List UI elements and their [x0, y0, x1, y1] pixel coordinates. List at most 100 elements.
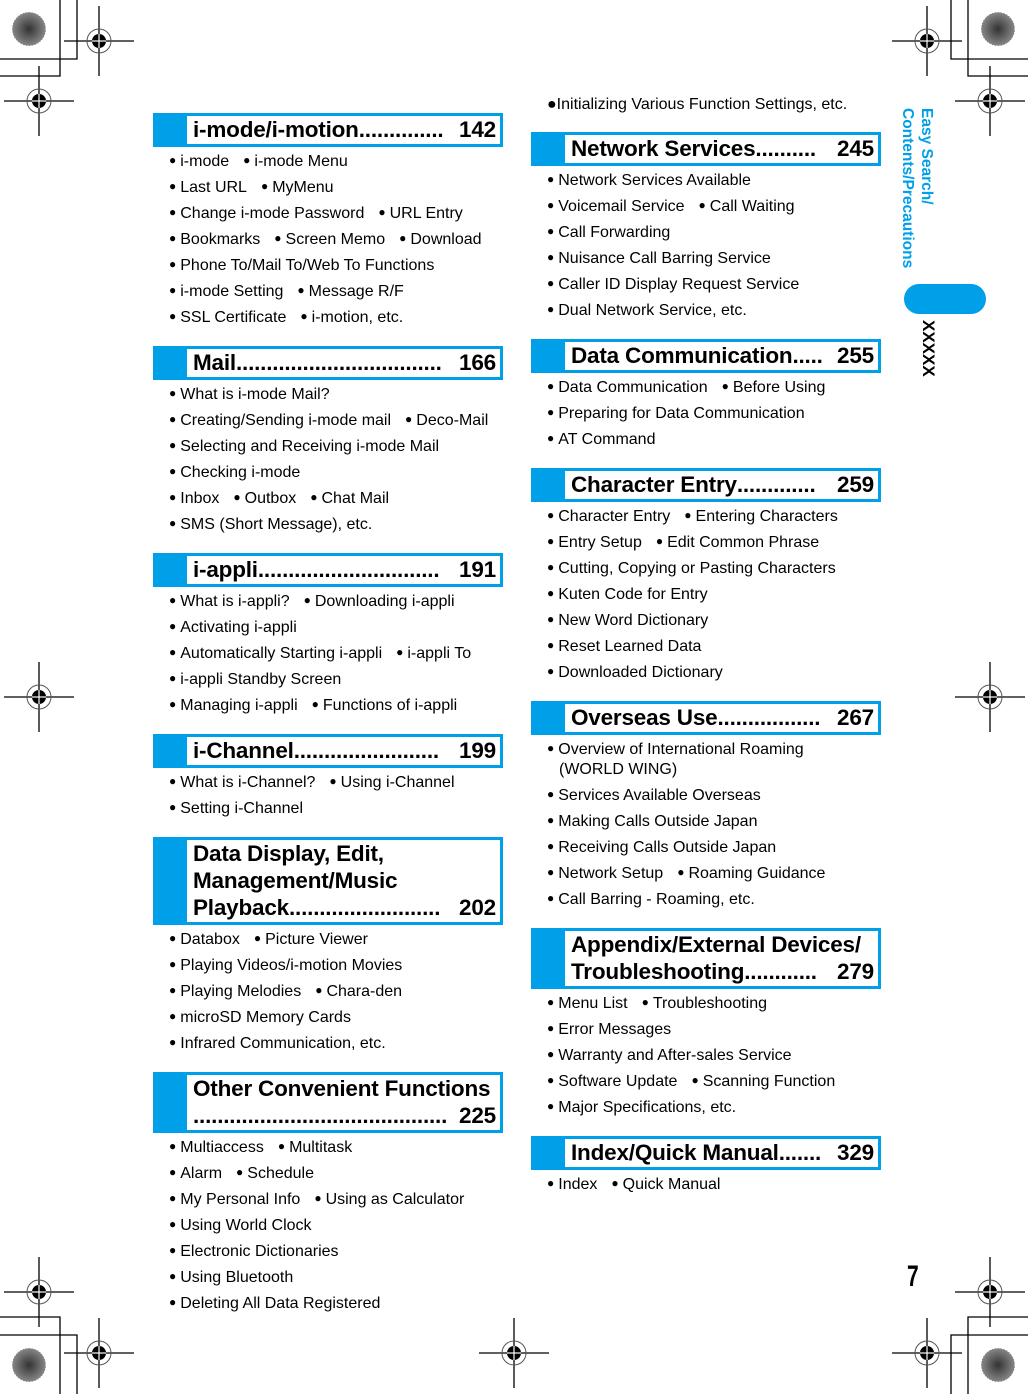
side-index-tab[interactable]: Easy Search/ Contents/Precautions [898, 108, 940, 278]
heading-page-number[interactable]: 267 [837, 704, 874, 731]
topic-item[interactable]: ● What is i-appli? [169, 593, 290, 610]
topic-item[interactable]: ● Chara-den [315, 983, 402, 1000]
topic-item[interactable]: ● Software Update [547, 1073, 677, 1090]
topic-item[interactable]: ● Outbox [233, 490, 296, 507]
topic-item[interactable]: ● Playing Melodies [169, 983, 301, 1000]
topic-item[interactable]: ● Entry Setup [547, 534, 642, 551]
topic-item[interactable]: ● Cutting, Copying or Pasting Characters [547, 560, 836, 577]
topic-item[interactable]: ● Before Using [722, 379, 826, 396]
topic-item[interactable]: ● Using i-Channel [329, 774, 454, 791]
topic-item[interactable]: ● Quick Manual [611, 1176, 720, 1193]
topic-item[interactable]: ● Downloading i-appli [304, 593, 455, 610]
topic-item[interactable]: ● Multitask [278, 1139, 352, 1156]
topic-item[interactable]: ● Databox [169, 931, 240, 948]
section-heading[interactable]: Network Services .......... 245 [531, 132, 881, 166]
topic-item[interactable]: ● Selecting and Receiving i-mode Mail [169, 438, 439, 455]
section-heading[interactable]: i-mode/i-motion.............. 142 [153, 113, 503, 147]
topic-item[interactable]: ● i-appli To [396, 645, 471, 662]
topic-item[interactable]: ● Caller ID Display Request Service [547, 276, 799, 293]
topic-item[interactable]: ● Inbox [169, 490, 219, 507]
topic-item[interactable]: ● Downloaded Dictionary [547, 664, 723, 681]
heading-page-number[interactable]: 142 [459, 116, 496, 143]
topic-item[interactable]: ● My Personal Info [169, 1191, 300, 1208]
heading-page-number[interactable]: 279 [837, 958, 874, 985]
topic-item[interactable]: ● Creating/Sending i-mode mail [169, 412, 391, 429]
topic-item[interactable]: ● Infrared Communication, etc. [169, 1035, 386, 1052]
heading-page-number[interactable]: 199 [459, 737, 496, 764]
topic-item[interactable]: ● Using World Clock [169, 1217, 312, 1234]
topic-item[interactable]: ● Troubleshooting [642, 995, 767, 1012]
topic-item[interactable]: ● Menu List [547, 995, 628, 1012]
topic-item[interactable]: ● Download [399, 231, 481, 248]
topic-item[interactable]: ● Preparing for Data Communication [547, 405, 805, 422]
topic-item[interactable]: ● Chat Mail [310, 490, 389, 507]
topic-item[interactable]: ● Multiaccess [169, 1139, 264, 1156]
topic-item[interactable]: ● Setting i-Channel [169, 800, 303, 817]
heading-page-number[interactable]: 202 [459, 894, 496, 921]
topic-item[interactable]: ● Automatically Starting i-appli [169, 645, 382, 662]
topic-item[interactable]: ● Phone To/Mail To/Web To Functions [169, 257, 434, 274]
topic-item[interactable]: ● Services Available Overseas [547, 787, 761, 804]
heading-page-number[interactable]: 191 [459, 556, 496, 583]
topic-item[interactable]: ● Voicemail Service [547, 198, 685, 215]
topic-item[interactable]: ● Using as Calculator [314, 1191, 464, 1208]
topic-item[interactable]: ● Call Forwarding [547, 224, 670, 241]
topic-item[interactable]: ● Deleting All Data Registered [169, 1295, 380, 1312]
topic-item[interactable]: ● i-mode [169, 153, 229, 170]
topic-item[interactable]: ● Deco-Mail [405, 412, 488, 429]
topic-item[interactable]: ● Making Calls Outside Japan [547, 813, 757, 830]
topic-item[interactable]: ● Nuisance Call Barring Service [547, 250, 771, 267]
heading-page-number[interactable]: 166 [459, 349, 496, 376]
topic-item[interactable]: ● Edit Common Phrase [656, 534, 819, 551]
topic-item[interactable]: ● Error Messages [547, 1021, 671, 1038]
topic-item[interactable]: ● Picture Viewer [254, 931, 368, 948]
topic-item[interactable]: ● New Word Dictionary [547, 612, 708, 629]
topic-item[interactable]: ● Checking i-mode [169, 464, 300, 481]
section-heading[interactable]: Mail.................................. 16… [153, 346, 503, 380]
topic-item[interactable]: ● Screen Memo [274, 231, 385, 248]
topic-item[interactable]: ● Kuten Code for Entry [547, 586, 708, 603]
topic-item[interactable]: ● Last URL [169, 179, 247, 196]
topic-item[interactable]: ● Overview of International Roaming [547, 741, 804, 758]
section-heading[interactable]: Other Convenient Functions..............… [153, 1072, 503, 1133]
topic-item[interactable]: ● i-motion, etc. [300, 309, 403, 326]
topic-item[interactable]: ● SSL Certificate [169, 309, 286, 326]
heading-page-number[interactable]: 245 [837, 135, 874, 162]
topic-item[interactable]: ● What is i-mode Mail? [169, 386, 330, 403]
topic-item[interactable]: ● MyMenu [261, 179, 334, 196]
topic-item[interactable]: ● Network Setup [547, 865, 663, 882]
topic-item[interactable]: ● Electronic Dictionaries [169, 1243, 339, 1260]
topic-item[interactable]: ● Schedule [236, 1165, 314, 1182]
topic-item[interactable]: ● Reset Learned Data [547, 638, 701, 655]
topic-item[interactable]: ● Character Entry [547, 508, 670, 525]
topic-item[interactable]: ● Network Services Available [547, 172, 751, 189]
topic-item[interactable]: ● Using Bluetooth [169, 1269, 293, 1286]
topic-item[interactable]: ● Receiving Calls Outside Japan [547, 839, 776, 856]
topic-item[interactable]: ● i-appli Standby Screen [169, 671, 341, 688]
heading-page-number[interactable]: 225 [459, 1102, 496, 1129]
topic-item[interactable]: ● Managing i-appli [169, 697, 298, 714]
topic-item[interactable]: ● Call Waiting [699, 198, 795, 215]
topic-item[interactable]: ● Change i-mode Password [169, 205, 364, 222]
topic-item[interactable]: ● i-mode Menu [243, 153, 348, 170]
topic-item[interactable]: ● AT Command [547, 431, 655, 448]
section-heading[interactable]: Data Display, Edit, Management/Music Playb… [153, 837, 503, 925]
section-heading[interactable]: i-Channel ........................ 199 [153, 734, 503, 768]
topic-item[interactable]: ● What is i-Channel? [169, 774, 315, 791]
section-heading[interactable]: Overseas Use................. 267 [531, 701, 881, 735]
heading-page-number[interactable]: 255 [837, 342, 874, 369]
section-heading[interactable]: Appendix/External Devices/Troubleshootin… [531, 928, 881, 989]
topic-item[interactable]: ● Major Specifications, etc. [547, 1099, 736, 1116]
topic-item[interactable]: (WORLD WING) [547, 760, 881, 780]
topic-item[interactable]: ● Roaming Guidance [677, 865, 825, 882]
topic-item[interactable]: ● Dual Network Service, etc. [547, 302, 747, 319]
topic-item[interactable]: ● URL Entry [378, 205, 462, 222]
heading-page-number[interactable]: 329 [837, 1139, 874, 1166]
topic-item[interactable]: ● Index [547, 1176, 597, 1193]
topic-item[interactable]: ● Functions of i-appli [312, 697, 458, 714]
topic-item[interactable]: ● Call Barring - Roaming, etc. [547, 891, 755, 908]
topic-item[interactable]: ● Message R/F [297, 283, 403, 300]
section-heading[interactable]: i-appli .............................. 19… [153, 553, 503, 587]
topic-item[interactable]: ● i-mode Setting [169, 283, 283, 300]
topic-item[interactable]: ● Bookmarks [169, 231, 260, 248]
